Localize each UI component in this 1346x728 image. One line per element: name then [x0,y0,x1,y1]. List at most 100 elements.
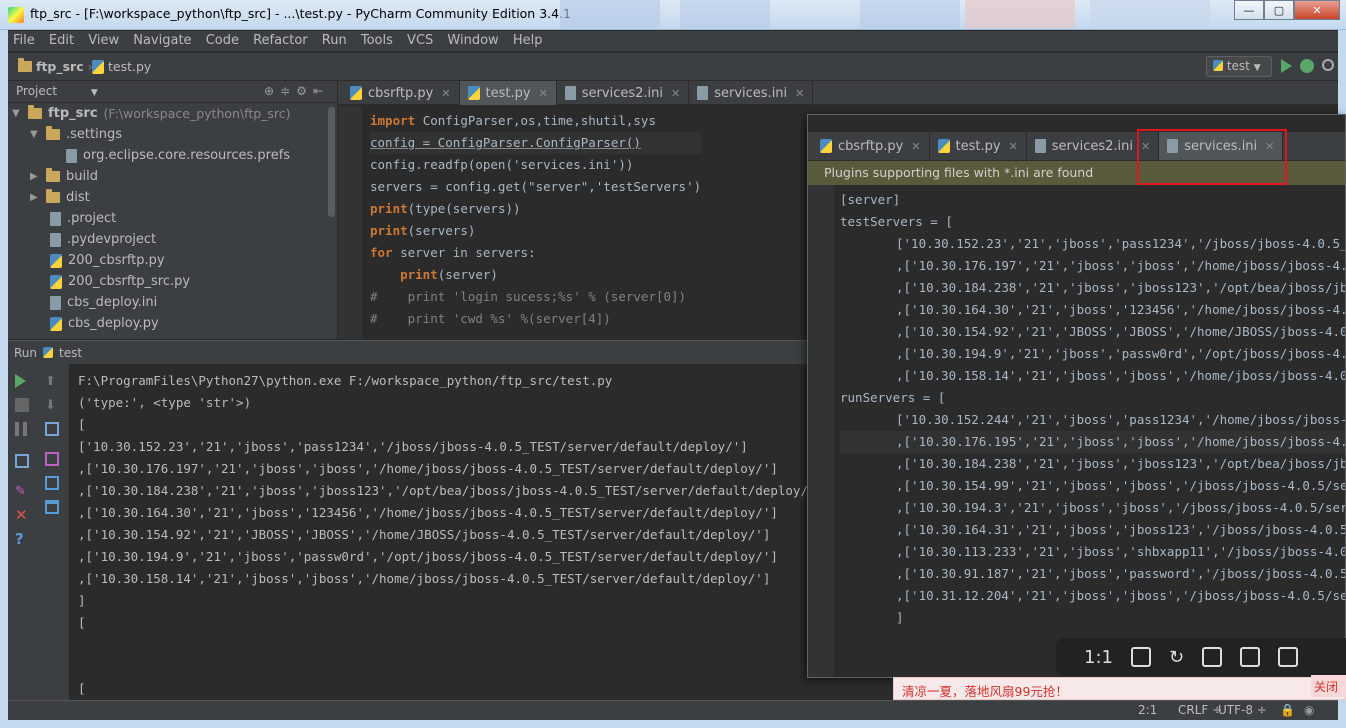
menu-vcs[interactable]: VCS [402,31,438,48]
tree-node-cbs-deploy-ini[interactable]: cbs_deploy.ini [50,292,157,313]
close-icon[interactable]: ✕ [795,87,804,100]
search-icon[interactable] [1322,59,1334,71]
menu-code[interactable]: Code [201,31,244,48]
project-scrollbar[interactable] [328,107,335,217]
rerun-icon[interactable] [15,374,26,388]
debug-icon[interactable] [1300,59,1314,73]
menu-run[interactable]: Run [317,31,352,48]
background-taskbar-tab [965,0,1075,28]
file-encoding[interactable]: UTF-8 ÷ [1218,703,1267,717]
close-icon[interactable]: ✕ [539,87,548,100]
project-panel: Project ▼ ⊕≑⚙⇤ ▼ ftp_src (F:\workspace_p… [8,81,338,339]
menu-window[interactable]: Window [442,31,503,48]
collapsed-arrow-icon: ▶ [30,171,38,182]
rotate-icon[interactable]: ↻ [1169,647,1184,668]
close-icon[interactable]: ✕ [15,508,29,523]
close-icon[interactable]: ✕ [671,87,680,100]
image-viewer-toolbar: 1:1 ↻ [1056,638,1346,676]
window-controls: — ▢ ✕ [1234,0,1340,20]
save-icon[interactable] [1202,647,1223,667]
menu-tools[interactable]: Tools [356,31,398,48]
tab-services2[interactable]: services2.ini ✕ [557,81,690,105]
maximize-icon[interactable]: ▢ [1264,0,1294,20]
file-icon [564,86,576,100]
inspector-icon[interactable]: ◉ [1304,703,1314,717]
run-icon[interactable] [1281,59,1292,73]
menu-help[interactable]: Help [508,31,548,48]
tab-services[interactable]: services.ini ✕ [689,81,814,105]
hide-icon[interactable]: ⇤ [313,84,329,98]
tree-node-settings[interactable]: ▼ .settings [30,124,122,145]
ad-close-button[interactable]: 关闭 [1311,675,1346,697]
trash-icon[interactable] [45,500,59,514]
tab-label: cbsrftp.py [838,138,904,154]
tree-node-build[interactable]: ▶ build [30,166,98,187]
menu-refactor[interactable]: Refactor [248,31,313,48]
fit-window-icon[interactable] [1130,647,1151,667]
tree-item-label: cbs_deploy.py [68,316,159,331]
breadcrumb-project[interactable]: ftp_src › [18,58,93,74]
close-icon[interactable]: ✕ [441,87,450,100]
locate-icon[interactable]: ⊕ [264,84,280,98]
gear-icon[interactable]: ⚙ [296,84,313,98]
close-icon[interactable]: ✕ [1294,0,1340,20]
tab-label: services.ini [714,85,788,101]
help-icon[interactable]: ? [15,532,29,547]
tab-cbsrftp[interactable]: cbsrftp.py ✕ [342,81,460,105]
print-icon[interactable] [45,476,59,490]
fullscreen-icon[interactable] [1278,647,1299,667]
ad-banner[interactable]: 清凉一夏，落地风扇99元抢！ [893,677,1346,700]
project-view-select[interactable]: Project ▼ [16,84,98,98]
menu-view[interactable]: View [83,31,124,48]
ini-code-view[interactable]: [server] testServers = [ ['10.30.152.23'… [840,189,1346,629]
console-line: ['10.30.152.23','21','jboss','pass1234',… [78,439,748,454]
menu-navigate[interactable]: Navigate [128,31,196,48]
stop-icon[interactable] [15,398,29,412]
menu-file[interactable]: File [8,31,40,48]
window-frame-left [0,30,8,720]
menu-edit[interactable]: Edit [44,31,79,48]
tab-test[interactable]: test.py ✕ [459,81,557,105]
layout-icon[interactable] [15,454,29,468]
console-output[interactable]: F:\ProgramFiles\Python27\python.exe F:/w… [70,364,823,700]
tab-test[interactable]: test.py ✕ [930,132,1027,160]
tree-node-project-file[interactable]: .project [50,208,116,229]
tree-node-200-cbsrftp-src[interactable]: 200_cbsrftp_src.py [50,271,190,292]
python-file-icon [937,139,950,153]
tree-node-200-cbsrftp[interactable]: 200_cbsrftp.py [50,250,165,271]
tab-cbsrftp[interactable]: cbsrftp.py ✕ [812,132,930,160]
cursor-position[interactable]: 2:1 [1138,703,1157,717]
minimize-icon[interactable]: — [1234,0,1264,20]
arrow-down-icon[interactable]: ⬇ [45,398,59,413]
background-taskbar-tab [860,0,960,28]
favorite-icon[interactable] [1240,647,1261,667]
close-icon[interactable]: ✕ [1009,140,1018,153]
breadcrumb-file[interactable]: test.py [92,59,151,74]
folder-icon [46,189,60,203]
actual-size-button[interactable]: 1:1 [1084,647,1113,668]
tree-node-prefs[interactable]: org.eclipse.core.resources.prefs [66,145,290,166]
scroll-to-end-icon[interactable] [45,452,59,466]
code-line: # print 'cwd %s' %(server[4]) [370,311,611,326]
tree-node-cbs-deploy-py[interactable]: cbs_deploy.py [50,313,159,334]
pause-icon[interactable] [15,422,27,436]
tab-label: services2.ini [1051,138,1133,154]
ini-line: ] [896,610,904,625]
lock-icon[interactable]: 🔒 [1280,703,1295,717]
tree-node-root[interactable]: ▼ ftp_src (F:\workspace_python\ftp_src) [12,103,291,124]
soft-wrap-icon[interactable] [45,422,59,436]
tree-node-pydevproject[interactable]: .pydevproject [50,229,156,250]
ini-line: ,['10.30.154.99','21','jboss','jboss','/… [896,478,1346,493]
ini-line: ,['10.30.164.31','21','jboss','jboss123'… [896,522,1346,537]
close-icon[interactable]: ✕ [911,140,920,153]
run-config-select[interactable]: test ▼ [1206,56,1272,77]
tree-root-label: ftp_src [48,106,98,121]
tree-node-dist[interactable]: ▶ dist [30,187,90,208]
code-view[interactable]: import ConfigParser,os,time,shutil,sys c… [370,110,702,330]
folder-icon [28,105,42,119]
pin-icon[interactable]: ✎ [15,484,29,499]
arrow-up-icon[interactable]: ⬆ [45,374,59,389]
collapsed-arrow-icon: ▶ [30,192,38,203]
collapse-icon[interactable]: ≑ [280,84,296,98]
line-separator[interactable]: CRLF ÷ [1178,703,1222,717]
